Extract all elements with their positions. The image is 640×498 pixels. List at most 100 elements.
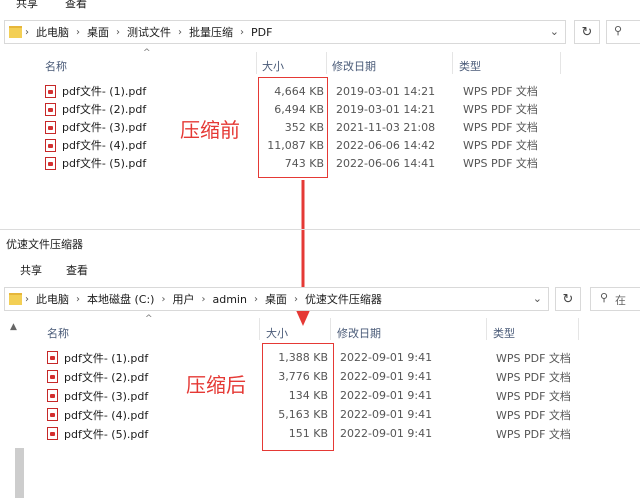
bottom-address-bar[interactable]: › 此电脑 › 本地磁盘 (C:) › 用户 › admin › 桌面 › 优速… bbox=[4, 287, 549, 311]
file-date: 2022-09-01 9:41 bbox=[340, 427, 433, 440]
file-date: 2022-09-01 9:41 bbox=[340, 370, 433, 383]
file-date: 2019-03-01 14:21 bbox=[336, 84, 436, 98]
bottom-crumb-3[interactable]: admin bbox=[208, 293, 250, 306]
file-date: 2022-06-06 14:42 bbox=[336, 138, 436, 152]
top-col-date[interactable]: 修改日期 bbox=[332, 58, 376, 74]
top-ribbon-share[interactable]: 共享 bbox=[16, 0, 38, 11]
pdf-file-icon bbox=[45, 138, 56, 152]
search-icon: ⚲ bbox=[614, 24, 623, 37]
file-type: WPS PDF 文档 bbox=[463, 139, 538, 152]
chevron-right-icon: › bbox=[253, 293, 258, 305]
file-name: pdf文件- (4).pdf bbox=[64, 408, 149, 422]
file-type: WPS PDF 文档 bbox=[496, 389, 571, 403]
search-icon: ⚲ bbox=[600, 291, 609, 304]
bottom-col-divider[interactable] bbox=[486, 318, 487, 340]
file-date: 2022-06-06 14:41 bbox=[336, 156, 436, 170]
file-type: WPS PDF 文档 bbox=[463, 157, 538, 170]
bottom-refresh-button[interactable]: ↻ bbox=[555, 287, 581, 311]
top-breadcrumb: › 此电脑 › 桌面 › 测试文件 › 批量压缩 › PDF bbox=[5, 21, 565, 43]
scrollbar-track[interactable]: ▲ bbox=[0, 316, 28, 498]
scrollbar-thumb[interactable] bbox=[15, 448, 24, 498]
bottom-ribbon-share[interactable]: 共享 bbox=[20, 262, 42, 278]
bottom-col-divider[interactable] bbox=[578, 318, 579, 340]
bottom-crumb-5[interactable]: 优速文件压缩器 bbox=[301, 291, 386, 307]
chevron-down-icon[interactable]: ⌄ bbox=[533, 292, 542, 305]
pdf-file-icon bbox=[45, 156, 56, 170]
top-col-divider[interactable] bbox=[560, 52, 561, 74]
bottom-col-type[interactable]: 类型 bbox=[493, 325, 515, 341]
sort-up-icon: ^ bbox=[143, 48, 151, 58]
chevron-right-icon: › bbox=[240, 26, 244, 38]
top-col-size[interactable]: 大小 bbox=[262, 58, 284, 74]
bottom-col-divider[interactable] bbox=[259, 318, 260, 340]
file-date: 2021-11-03 21:08 bbox=[336, 120, 436, 134]
window-title: 优速文件压缩器 bbox=[6, 238, 83, 251]
window-separator bbox=[0, 229, 640, 230]
bottom-col-name[interactable]: 名称 bbox=[47, 325, 69, 341]
bottom-crumb-1[interactable]: 本地磁盘 (C:) bbox=[83, 291, 158, 307]
top-size-highlight-box bbox=[258, 77, 328, 178]
chevron-right-icon: › bbox=[25, 293, 29, 305]
top-crumb-4[interactable]: PDF bbox=[247, 26, 276, 39]
file-name: pdf文件- (5).pdf bbox=[62, 157, 147, 170]
top-crumb-0[interactable]: 此电脑 bbox=[32, 24, 73, 40]
top-ribbon-view[interactable]: 查看 bbox=[65, 0, 87, 11]
file-type: WPS PDF 文档 bbox=[496, 427, 571, 441]
top-refresh-button[interactable]: ↻ bbox=[574, 20, 600, 44]
top-crumb-2[interactable]: 测试文件 bbox=[123, 24, 175, 40]
annotation-before: 压缩前 bbox=[180, 118, 240, 142]
chevron-right-icon: › bbox=[161, 293, 166, 305]
bottom-search-box[interactable]: ⚲ 在 bbox=[590, 287, 640, 311]
pdf-file-icon bbox=[47, 389, 58, 402]
file-date: 2022-09-01 9:41 bbox=[340, 389, 433, 402]
annotation-after: 压缩后 bbox=[186, 373, 246, 397]
file-type: WPS PDF 文档 bbox=[463, 85, 538, 98]
top-col-divider[interactable] bbox=[256, 52, 257, 74]
file-type: WPS PDF 文档 bbox=[496, 351, 571, 365]
top-search-box[interactable]: ⚲ bbox=[606, 20, 640, 44]
refresh-icon: ↻ bbox=[562, 291, 574, 307]
pdf-file-icon bbox=[47, 370, 58, 383]
pdf-file-icon bbox=[47, 351, 58, 364]
file-date: 2022-09-01 9:41 bbox=[340, 408, 433, 421]
file-type: WPS PDF 文档 bbox=[496, 408, 571, 422]
file-date: 2019-03-01 14:21 bbox=[336, 102, 436, 116]
chevron-right-icon: › bbox=[76, 293, 80, 305]
pdf-file-icon bbox=[47, 427, 58, 440]
chevron-down-icon[interactable]: ⌄ bbox=[550, 25, 559, 38]
pdf-file-icon bbox=[45, 120, 56, 134]
bottom-ribbon-view[interactable]: 查看 bbox=[66, 262, 88, 278]
chevron-right-icon: › bbox=[293, 293, 298, 305]
top-crumb-1[interactable]: 桌面 bbox=[83, 24, 113, 40]
bottom-breadcrumb: › 此电脑 › 本地磁盘 (C:) › 用户 › admin › 桌面 › 优速… bbox=[5, 288, 548, 310]
sort-up-icon: ^ bbox=[145, 314, 153, 324]
top-col-name[interactable]: 名称 bbox=[45, 58, 67, 74]
pdf-file-icon bbox=[47, 408, 58, 421]
file-type: WPS PDF 文档 bbox=[463, 121, 538, 134]
top-col-divider[interactable] bbox=[326, 52, 327, 74]
refresh-icon: ↻ bbox=[581, 24, 593, 40]
chevron-right-icon: › bbox=[178, 26, 182, 38]
chevron-right-icon: › bbox=[201, 293, 206, 305]
file-name: pdf文件- (1).pdf bbox=[62, 85, 147, 98]
scroll-up-icon[interactable]: ▲ bbox=[10, 322, 17, 332]
top-col-type[interactable]: 类型 bbox=[459, 58, 481, 74]
bottom-col-divider[interactable] bbox=[330, 318, 331, 340]
folder-icon bbox=[9, 26, 22, 38]
top-address-bar[interactable]: › 此电脑 › 桌面 › 测试文件 › 批量压缩 › PDF ⌄ bbox=[4, 20, 566, 44]
file-date: 2022-09-01 9:41 bbox=[340, 351, 433, 364]
file-type: WPS PDF 文档 bbox=[463, 103, 538, 116]
bottom-crumb-2[interactable]: 用户 bbox=[168, 291, 198, 307]
bottom-size-highlight-box bbox=[262, 343, 334, 451]
pdf-file-icon bbox=[45, 102, 56, 116]
bottom-col-size[interactable]: 大小 bbox=[266, 325, 288, 341]
folder-icon bbox=[9, 293, 22, 305]
chevron-right-icon: › bbox=[76, 26, 80, 38]
bottom-crumb-4[interactable]: 桌面 bbox=[261, 291, 291, 307]
pdf-file-icon bbox=[45, 84, 56, 98]
top-col-divider[interactable] bbox=[452, 52, 453, 74]
top-crumb-3[interactable]: 批量压缩 bbox=[185, 24, 237, 40]
bottom-crumb-0[interactable]: 此电脑 bbox=[32, 291, 73, 307]
file-name: pdf文件- (1).pdf bbox=[64, 351, 149, 365]
bottom-col-date[interactable]: 修改日期 bbox=[337, 325, 381, 341]
